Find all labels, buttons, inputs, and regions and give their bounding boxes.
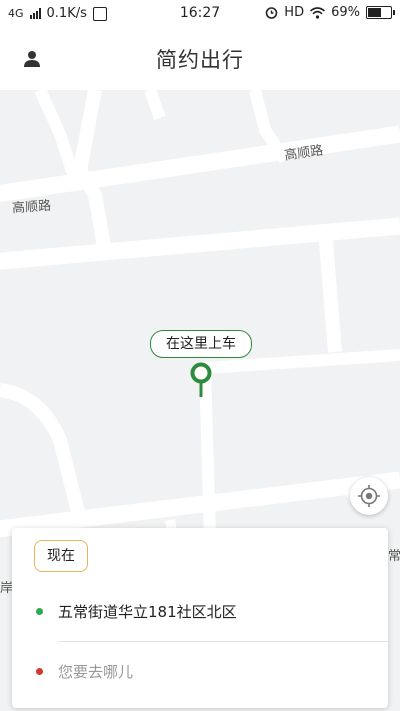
road-label-edge-right: 常 (388, 549, 400, 564)
page-title: 简约出行 (156, 48, 244, 72)
pickup-label: 在这里上车 (150, 330, 252, 358)
origin-address: 五常街道华立181社区北区 (58, 603, 237, 621)
hd-indicator: HD (284, 5, 305, 20)
destination-input[interactable]: 您要去哪儿 (58, 661, 133, 682)
origin-row[interactable]: 五常街道华立181社区北区 (12, 586, 388, 636)
status-bar: 4G 0.1K/s 16:27 HD 69% (0, 0, 400, 28)
origin-dot-icon (36, 608, 43, 615)
wifi-icon (310, 6, 326, 19)
battery-percent: 69% (331, 5, 360, 20)
app-header: 简约出行 (0, 28, 400, 90)
destination-row[interactable]: 您要去哪儿 (12, 646, 388, 696)
road-label: 高顺路 (11, 198, 52, 217)
alarm-icon (265, 7, 278, 19)
booking-card: 现在 五常街道华立181社区北区 您要去哪儿 (12, 528, 388, 708)
divider (58, 641, 388, 642)
locate-me-button[interactable] (350, 477, 388, 515)
battery-level (368, 8, 382, 17)
location-pin-icon (190, 362, 212, 397)
battery-icon (366, 6, 395, 19)
time-select-button[interactable]: 现在 (34, 540, 88, 572)
crosshair-icon (358, 485, 380, 507)
status-right: HD 69% (265, 5, 395, 20)
destination-dot-icon (36, 668, 43, 675)
